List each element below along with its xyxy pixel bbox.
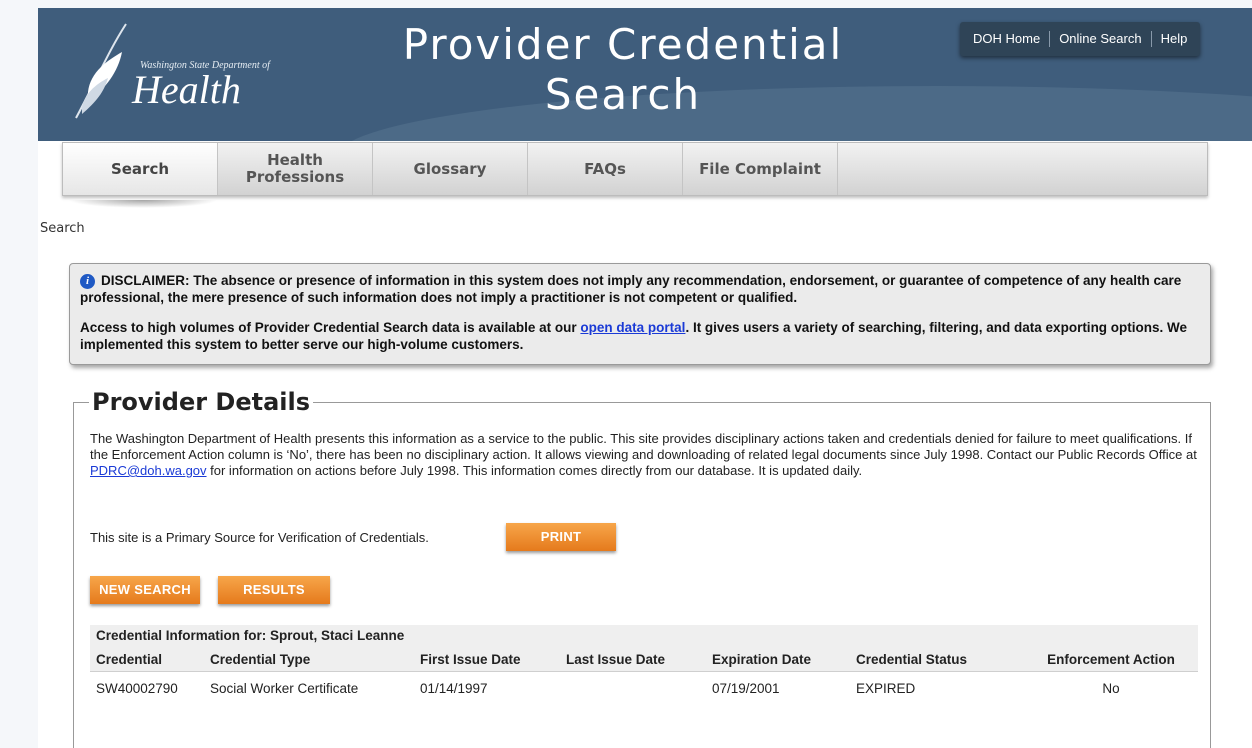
column-header-row: Credential Credential Type First Issue D… (90, 647, 1198, 672)
page-title: Provider Credential Search (402, 20, 844, 119)
credential-table: Credential Information for: Sprout, Stac… (90, 625, 1198, 704)
column-header: Enforcement Action (1047, 651, 1175, 667)
credential-table-header: Credential Information for: Sprout, Stac… (90, 625, 1198, 672)
intro-text-before: The Washington Department of Health pres… (90, 431, 1197, 462)
credential-status-cell: EXPIRED (856, 680, 916, 696)
disclaimer-paragraph: i DISCLAIMER: The absence or presence of … (80, 272, 1200, 306)
table-row: SW40002790 Social Worker Certificate 01/… (90, 672, 1198, 704)
column-header: Credential Status (856, 651, 968, 667)
tab-faqs[interactable]: FAQs (528, 143, 683, 195)
doh-home-link[interactable]: DOH Home (964, 31, 1049, 47)
credential-type-cell: Social Worker Certificate (210, 680, 359, 696)
header-banner: Washington State Department of Health Pr… (38, 8, 1252, 141)
disclaimer-text: DISCLAIMER: The absence or presence of i… (80, 273, 1182, 305)
credential-caption: Credential Information for: Sprout, Stac… (96, 628, 405, 643)
disclaimer-box: i DISCLAIMER: The absence or presence of … (69, 263, 1211, 365)
open-data-text-before: Access to high volumes of Provider Crede… (80, 320, 581, 335)
provider-details-heading: Provider Details (92, 388, 311, 416)
column-header: Expiration Date (712, 651, 812, 667)
column-header: Credential (96, 651, 163, 667)
intro-text-after: for information on actions before July 1… (206, 463, 863, 478)
tab-glossary[interactable]: Glossary (373, 143, 528, 195)
logo-health-text: Health (132, 67, 241, 112)
help-link[interactable]: Help (1150, 31, 1197, 47)
column-header: Credential Type (210, 651, 311, 667)
active-tab-shadow (68, 200, 218, 208)
column-header: First Issue Date (420, 651, 521, 667)
pdrc-email-link[interactable]: PDRC@doh.wa.gov (90, 463, 207, 478)
expiration-date-cell: 07/19/2001 (712, 680, 780, 696)
provider-details-intro: The Washington Department of Health pres… (90, 431, 1200, 479)
primary-source-text: This site is a Primary Source for Verifi… (90, 530, 429, 545)
tab-health-professions[interactable]: Health Professions (218, 143, 373, 195)
main-nav: Search Health Professions Glossary FAQs … (62, 142, 1208, 196)
top-links: DOH Home Online Search Help (960, 22, 1201, 56)
open-data-portal-link[interactable]: open data portal (580, 320, 685, 335)
tab-search[interactable]: Search (63, 143, 218, 195)
page: Washington State Department of Health Pr… (38, 8, 1252, 748)
online-search-link[interactable]: Online Search (1049, 31, 1150, 47)
credential-number-cell: SW40002790 (96, 680, 178, 696)
open-data-paragraph: Access to high volumes of Provider Crede… (80, 319, 1200, 353)
column-header: Last Issue Date (566, 651, 666, 667)
new-search-button[interactable]: NEW SEARCH (90, 576, 200, 604)
first-issue-date-cell: 01/14/1997 (420, 680, 488, 696)
breadcrumb: Search (40, 221, 85, 236)
print-button[interactable]: PRINT (506, 523, 616, 551)
results-button[interactable]: RESULTS (218, 576, 330, 604)
tab-file-complaint[interactable]: File Complaint (683, 143, 838, 195)
info-icon: i (80, 274, 95, 289)
enforcement-action-cell: No (1102, 680, 1120, 696)
doh-logo[interactable]: Washington State Department of Health (68, 22, 308, 122)
